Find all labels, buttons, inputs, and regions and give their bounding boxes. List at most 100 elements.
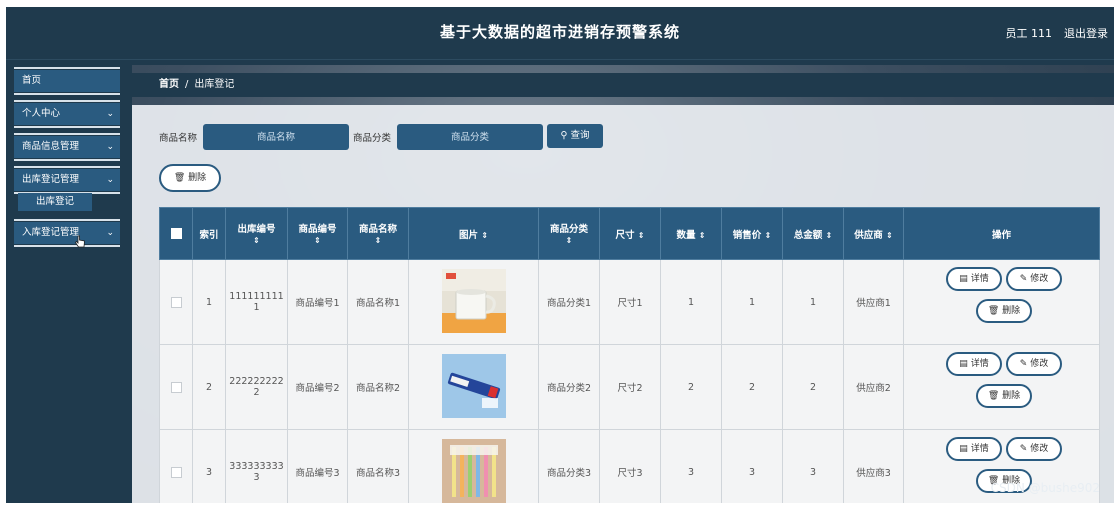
col-header-index: 索引 bbox=[192, 207, 226, 260]
breadcrumb: 首页 / 出库登记 bbox=[132, 73, 1114, 97]
sidebar-item-personal-center[interactable]: 个人中心 ⌄ bbox=[14, 100, 120, 128]
sort-icon[interactable]: ⇕ bbox=[481, 231, 488, 240]
row-checkbox[interactable] bbox=[170, 381, 182, 393]
sort-icon[interactable]: ⇕ bbox=[253, 236, 260, 245]
sidebar: 首页 个人中心 ⌄ 商品信息管理 ⌄ 出库登记管理 ⌄ 出库登记 入库登记管理 … bbox=[6, 65, 132, 503]
edit-label: 修改 bbox=[1030, 274, 1049, 284]
cell-index: 1 bbox=[192, 259, 226, 345]
batch-delete-button[interactable]: 🗑 删除 bbox=[159, 164, 221, 192]
trash-icon: 🗑 bbox=[987, 391, 1000, 401]
delete-button[interactable]: 🗑 删除 bbox=[976, 384, 1032, 408]
col-header-image[interactable]: 图片 ⇕ bbox=[408, 207, 539, 260]
select-all-checkbox[interactable] bbox=[170, 228, 182, 239]
cell-supplier: 供应商3 bbox=[843, 429, 904, 503]
cell-price: 2 bbox=[721, 344, 783, 430]
col-header-label: 销售价 bbox=[732, 229, 762, 241]
row-checkbox[interactable] bbox=[170, 296, 182, 308]
search-icon: ⚲ bbox=[560, 130, 568, 141]
col-header-label: 供应商 bbox=[854, 229, 883, 241]
col-header-size[interactable]: 尺寸 ⇕ bbox=[599, 207, 661, 260]
sidebar-item-label: 出库登记管理 bbox=[22, 174, 80, 185]
cell-qty: 2 bbox=[660, 344, 722, 430]
cell-size: 尺寸3 bbox=[599, 429, 661, 503]
detail-button[interactable]: ▤ 详情 bbox=[946, 437, 1002, 461]
delete-button[interactable]: 🗑 删除 bbox=[976, 299, 1032, 323]
cell-actions: ▤ 详情 ✎ 修改 🗑 删除 bbox=[903, 259, 1100, 345]
col-header-goods-name[interactable]: 商品名称 ⇕ bbox=[347, 207, 409, 260]
cell-price: 3 bbox=[721, 429, 783, 503]
sidebar-item-goods-info[interactable]: 商品信息管理 ⌄ bbox=[14, 133, 120, 161]
sidebar-item-home[interactable]: 首页 bbox=[14, 67, 120, 95]
breadcrumb-home[interactable]: 首页 bbox=[159, 79, 179, 90]
chevron-down-icon: ⌄ bbox=[106, 109, 114, 119]
detail-label: 详情 bbox=[970, 274, 989, 284]
cell-size: 尺寸1 bbox=[599, 259, 661, 345]
watermark: CSDN @bushe902 bbox=[990, 481, 1100, 495]
current-user[interactable]: 员工 111 bbox=[1006, 25, 1053, 41]
goods-category-input[interactable] bbox=[397, 124, 543, 150]
row-checkbox[interactable] bbox=[170, 466, 182, 478]
cell-goods-no: 商品编号3 bbox=[287, 429, 348, 503]
query-button-label: 查询 bbox=[570, 130, 590, 141]
sidebar-item-inbound-mgmt[interactable]: 入库登记管理 ⌄ bbox=[14, 219, 120, 247]
cell-image bbox=[408, 429, 539, 503]
sort-icon[interactable]: ⇕ bbox=[638, 231, 645, 240]
table-row: 3 3333333333 商品编号3 商品名称3 商品分类3 尺寸3 3 3 3… bbox=[159, 429, 1100, 503]
goods-category-label: 商品分类 bbox=[353, 133, 392, 144]
detail-button[interactable]: ▤ 详情 bbox=[946, 352, 1002, 376]
sidebar-subitem-outbound-register[interactable]: 出库登记 bbox=[18, 193, 92, 211]
cell-supplier: 供应商1 bbox=[843, 259, 904, 345]
cell-total: 1 bbox=[782, 259, 844, 345]
sort-icon[interactable]: ⇕ bbox=[765, 231, 772, 240]
cell-category: 商品分类1 bbox=[538, 259, 600, 345]
delete-label: 删除 bbox=[1002, 391, 1021, 401]
detail-button[interactable]: ▤ 详情 bbox=[946, 267, 1002, 291]
edit-label: 修改 bbox=[1030, 359, 1049, 369]
cell-index: 2 bbox=[192, 344, 226, 430]
edit-button[interactable]: ✎ 修改 bbox=[1006, 437, 1062, 461]
col-header-label: 商品分类 bbox=[549, 224, 588, 235]
cell-total: 2 bbox=[782, 344, 844, 430]
toothpaste-photo[interactable] bbox=[441, 353, 506, 418]
cell-qty: 3 bbox=[660, 429, 722, 503]
cell-out-no: 1111111111 bbox=[225, 259, 288, 345]
edit-button[interactable]: ✎ 修改 bbox=[1006, 267, 1062, 291]
col-header-supplier[interactable]: 供应商 ⇕ bbox=[843, 207, 904, 260]
col-header-label: 索引 bbox=[199, 229, 219, 241]
sort-icon[interactable]: ⇕ bbox=[699, 231, 706, 240]
sidebar-item-label: 商品信息管理 bbox=[22, 141, 80, 152]
col-header-label: 商品编号 bbox=[298, 224, 337, 235]
delete-label: 删除 bbox=[1002, 306, 1021, 316]
logout-link[interactable]: 退出登录 bbox=[1064, 25, 1108, 41]
col-header-qty[interactable]: 数量 ⇕ bbox=[660, 207, 722, 260]
select-all-cell bbox=[159, 207, 193, 260]
col-header-label: 出库编号 bbox=[237, 224, 276, 235]
col-header-actions: 操作 bbox=[903, 207, 1100, 260]
sidebar-item-outbound-mgmt[interactable]: 出库登记管理 ⌄ bbox=[14, 166, 120, 194]
goods-name-label: 商品名称 bbox=[159, 133, 198, 144]
cell-supplier: 供应商2 bbox=[843, 344, 904, 430]
document-icon: ▤ bbox=[959, 444, 968, 454]
cell-goods-name: 商品名称2 bbox=[347, 344, 409, 430]
col-header-goods-no[interactable]: 商品编号 ⇕ bbox=[287, 207, 348, 260]
goods-name-input[interactable] bbox=[203, 124, 349, 150]
col-header-price[interactable]: 销售价 ⇕ bbox=[721, 207, 783, 260]
col-header-out-no[interactable]: 出库编号 ⇕ bbox=[225, 207, 288, 260]
sort-icon[interactable]: ⇕ bbox=[886, 231, 893, 240]
sort-icon[interactable]: ⇕ bbox=[314, 236, 321, 245]
col-header-total[interactable]: 总金额 ⇕ bbox=[782, 207, 844, 260]
col-header-category[interactable]: 商品分类 ⇕ bbox=[538, 207, 600, 260]
sort-icon[interactable]: ⇕ bbox=[566, 236, 573, 245]
pencil-icon: ✎ bbox=[1019, 359, 1028, 369]
row-select-cell bbox=[159, 344, 193, 430]
edit-label: 修改 bbox=[1030, 444, 1049, 454]
toothbrush-photo[interactable] bbox=[441, 438, 506, 503]
edit-button[interactable]: ✎ 修改 bbox=[1006, 352, 1062, 376]
sort-icon[interactable]: ⇕ bbox=[375, 236, 382, 245]
mug-photo[interactable] bbox=[441, 268, 506, 333]
query-button[interactable]: ⚲ 查询 bbox=[547, 124, 603, 148]
sort-icon[interactable]: ⇕ bbox=[826, 231, 833, 240]
col-header-label: 图片 bbox=[458, 229, 478, 241]
document-icon: ▤ bbox=[959, 274, 968, 284]
cell-goods-no: 商品编号2 bbox=[287, 344, 348, 430]
